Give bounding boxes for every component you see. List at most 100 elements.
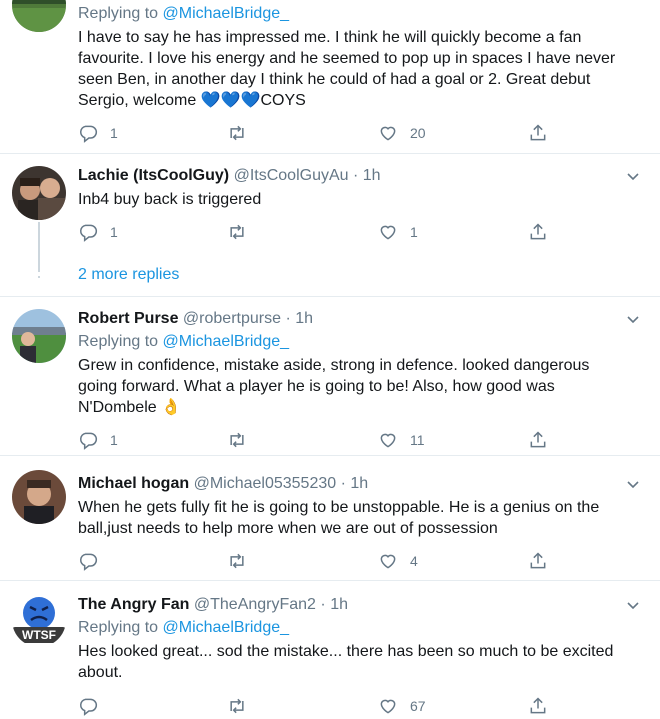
tweet-header: Robert Purse @robertpurse · 1h — [78, 308, 313, 330]
replying-to: Replying to @MichaelBridge_ — [78, 617, 289, 639]
retweet-button[interactable] — [226, 122, 260, 144]
display-name[interactable]: Michael hogan — [78, 475, 189, 492]
like-icon — [380, 225, 396, 240]
tweet-text-line: N'Dombele 👌 — [78, 399, 182, 416]
tweet-text-line: ball,just needs to help more when we are… — [78, 520, 498, 537]
replying-to: Replying to @MichaelBridge_ — [78, 331, 289, 353]
user-handle[interactable]: @ItsCoolGuyAu — [234, 167, 349, 184]
like-icon — [380, 126, 396, 141]
tweet: Michael hogan @Michael05355230 · 1h When… — [0, 456, 660, 580]
timestamp[interactable]: 1h — [295, 310, 313, 327]
reply-button[interactable] — [78, 695, 110, 717]
retweet-button[interactable] — [226, 550, 260, 572]
avatar[interactable] — [12, 0, 66, 32]
tweet-actions: 1 1 — [78, 221, 558, 243]
tweet-text: I have to say he has impressed me. I thi… — [78, 27, 638, 111]
tweet: Robert Purse @robertpurse · 1h Replying … — [0, 297, 660, 455]
retweet-icon — [230, 224, 244, 240]
reply-button[interactable]: 1 — [78, 429, 118, 451]
reply-icon — [80, 432, 98, 450]
reply-count: 1 — [110, 224, 118, 240]
reply-button[interactable]: 1 — [78, 221, 118, 243]
share-icon — [530, 697, 546, 714]
timestamp[interactable]: 1h — [363, 167, 381, 184]
tweet-actions: 4 — [78, 550, 558, 572]
like-button[interactable]: 1 — [378, 221, 418, 243]
share-button[interactable] — [528, 429, 548, 451]
reply-count: 1 — [110, 125, 118, 141]
mention-link[interactable]: @MichaelBridge_ — [163, 5, 290, 22]
tweet-text-line: Hes looked great... sod the mistake... t… — [78, 643, 614, 660]
tweet: Replying to @MichaelBridge_ I have to sa… — [0, 0, 660, 160]
tweet-text-line: seen Ben, in another day I think he coul… — [78, 71, 591, 88]
retweet-button[interactable] — [226, 695, 260, 717]
like-button[interactable]: 4 — [378, 550, 418, 572]
tweet-text: Grew in confidence, mistake aside, stron… — [78, 355, 638, 418]
tweet-text-line: about. — [78, 664, 123, 681]
tweet-text-line: Sergio, welcome 💙💙💙COYS — [78, 92, 306, 109]
tweet-header: Lachie (ItsCoolGuy) @ItsCoolGuyAu · 1h — [78, 165, 381, 187]
replying-prefix: Replying to — [78, 333, 159, 350]
share-button[interactable] — [528, 550, 548, 572]
replying-to: Replying to @MichaelBridge_ — [78, 3, 289, 25]
share-button[interactable] — [528, 122, 548, 144]
like-button[interactable]: 67 — [378, 695, 426, 717]
user-handle[interactable]: @TheAngryFan2 — [194, 596, 316, 613]
display-name[interactable]: Robert Purse — [78, 310, 178, 327]
separator: · — [285, 310, 291, 327]
retweet-button[interactable] — [226, 429, 260, 451]
timestamp[interactable]: 1h — [350, 475, 368, 492]
tweet-actions: 1 20 — [78, 122, 558, 144]
tweet-text: Inb4 buy back is triggered — [78, 189, 638, 210]
reply-count: 1 — [110, 432, 118, 448]
tweet-text: Hes looked great... sod the mistake... t… — [78, 641, 638, 683]
retweet-icon — [230, 698, 244, 714]
like-icon — [380, 433, 396, 448]
retweet-button[interactable] — [226, 221, 260, 243]
tweet-text-line: Grew in confidence, mistake aside, stron… — [78, 357, 590, 374]
share-icon — [530, 431, 546, 448]
avatar[interactable] — [12, 470, 66, 524]
tweet-actions: 67 — [78, 695, 558, 717]
share-icon — [530, 223, 546, 240]
display-name[interactable]: Lachie (ItsCoolGuy) — [78, 167, 229, 184]
tweet: WTSF The Angry Fan @TheAngryFan2 · 1h Re… — [0, 581, 660, 719]
timestamp[interactable]: 1h — [330, 596, 348, 613]
reply-icon — [80, 125, 98, 143]
chevron-down-icon[interactable] — [626, 598, 640, 612]
mention-link[interactable]: @MichaelBridge_ — [163, 619, 290, 636]
chevron-down-icon[interactable] — [626, 312, 640, 326]
like-count: 20 — [410, 125, 426, 141]
chevron-down-icon[interactable] — [626, 169, 640, 183]
replying-prefix: Replying to — [78, 5, 159, 22]
tweet-actions: 1 11 — [78, 429, 558, 451]
tweet: Lachie (ItsCoolGuy) @ItsCoolGuyAu · 1h I… — [0, 154, 660, 296]
more-replies-link[interactable]: 2 more replies — [78, 264, 179, 286]
like-count: 1 — [410, 224, 418, 240]
tweet-text-line: favourite. I love his energy and he seem… — [78, 50, 616, 67]
separator: · — [320, 596, 326, 613]
avatar[interactable] — [12, 309, 66, 363]
reply-button[interactable] — [78, 550, 110, 572]
like-button[interactable]: 20 — [378, 122, 426, 144]
avatar[interactable] — [12, 166, 66, 220]
tweet-header: Michael hogan @Michael05355230 · 1h — [78, 473, 368, 495]
user-handle[interactable]: @Michael05355230 — [194, 475, 337, 492]
share-button[interactable] — [528, 221, 548, 243]
tweet-text-line: Inb4 buy back is triggered — [78, 191, 262, 208]
like-button[interactable]: 11 — [378, 429, 425, 451]
reply-icon — [80, 224, 98, 242]
tweet-text-line: going forward. What a player he is going… — [78, 378, 555, 395]
like-icon — [380, 554, 396, 569]
like-count: 67 — [410, 698, 426, 714]
display-name[interactable]: The Angry Fan — [78, 596, 189, 613]
chevron-down-icon[interactable] — [626, 477, 640, 491]
mention-link[interactable]: @MichaelBridge_ — [163, 333, 290, 350]
tweet-text-line: When he gets fully fit he is going to be… — [78, 499, 600, 516]
like-count: 11 — [410, 432, 425, 448]
retweet-icon — [230, 432, 244, 448]
user-handle[interactable]: @robertpurse — [183, 310, 281, 327]
reply-button[interactable]: 1 — [78, 122, 118, 144]
avatar[interactable]: WTSF — [12, 593, 66, 647]
share-button[interactable] — [528, 695, 548, 717]
